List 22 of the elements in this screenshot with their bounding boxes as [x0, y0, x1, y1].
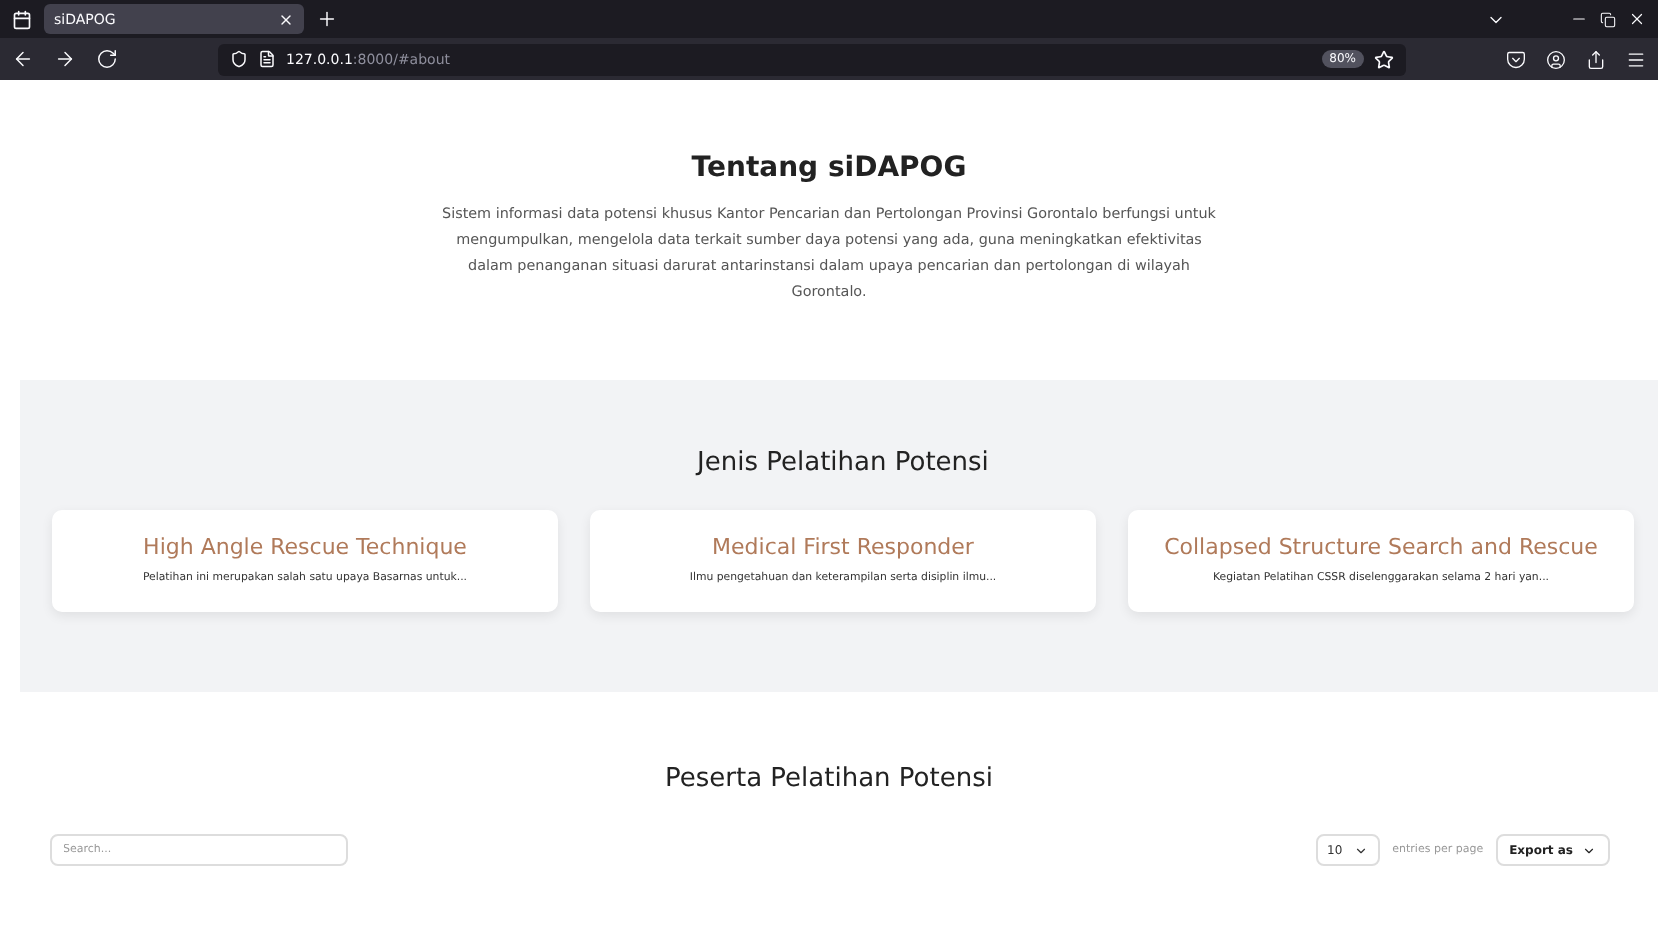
- account-icon[interactable]: [1546, 49, 1566, 69]
- section-title: Tentang siDAPOG: [691, 152, 967, 184]
- card-title: Collapsed Structure Search and Rescue: [1164, 534, 1598, 560]
- pocket-icon[interactable]: [1506, 49, 1526, 69]
- page-icon: [258, 50, 276, 68]
- close-icon[interactable]: [1628, 10, 1646, 28]
- caret-icon: [1581, 843, 1595, 857]
- section-title: Jenis Pelatihan Potensi: [697, 448, 989, 478]
- restore-icon[interactable]: [1600, 11, 1616, 27]
- caret-icon: [1354, 843, 1369, 857]
- reload-icon[interactable]: [96, 48, 118, 70]
- close-icon[interactable]: [278, 11, 294, 27]
- shield-icon: [230, 50, 248, 68]
- section-title: Peserta Pelatihan Potensi: [665, 764, 993, 794]
- card-title: High Angle Rescue Technique: [143, 534, 467, 560]
- card-title: Medical First Responder: [712, 534, 974, 560]
- star-icon[interactable]: [1374, 49, 1394, 69]
- back-icon[interactable]: [12, 48, 34, 70]
- new-tab-icon[interactable]: [316, 8, 338, 30]
- menu-icon[interactable]: [1626, 49, 1646, 69]
- share-icon[interactable]: [1586, 49, 1606, 69]
- forward-icon[interactable]: [54, 48, 76, 70]
